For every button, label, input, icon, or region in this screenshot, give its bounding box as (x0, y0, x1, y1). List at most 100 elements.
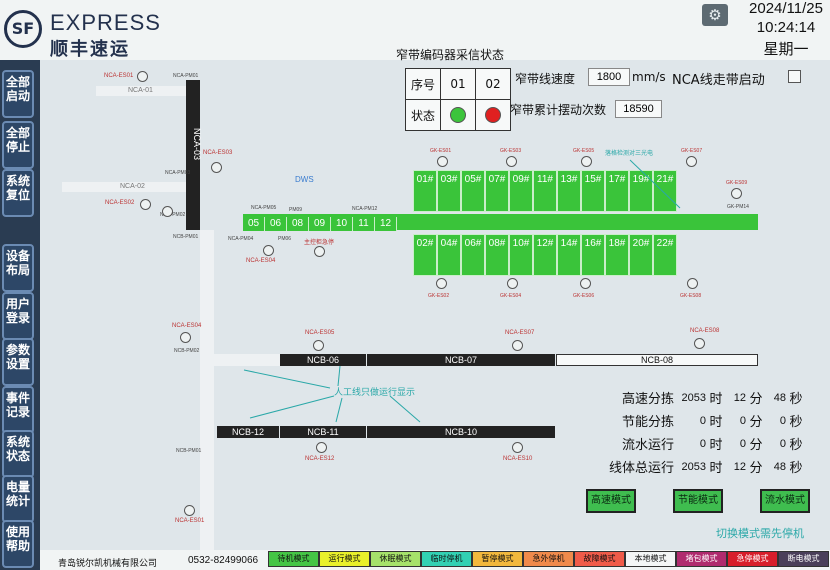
table-col-01: 01 (440, 68, 476, 100)
belt-speed-value[interactable]: 1800 (588, 68, 630, 86)
chute-cell[interactable]: 03# (437, 170, 461, 212)
sensor-gk-es05[interactable] (581, 156, 592, 167)
sensor-gk-es09[interactable] (731, 188, 742, 199)
sensor-nca-es01[interactable] (137, 71, 148, 82)
sensor-gk-es02[interactable] (436, 278, 447, 289)
sensor-nca-es10[interactable] (512, 442, 523, 453)
chute-cell[interactable]: 14# (557, 234, 581, 276)
stats-minutes: 0 (739, 414, 746, 427)
stats-minutes: 12 (733, 391, 746, 404)
label-pm09: PM09 (289, 207, 303, 213)
label-nca-es01: NCA-ES01 (104, 73, 134, 79)
label-nca-es05: NCA-ES05 (305, 330, 335, 336)
date-display: 2024/11/25 (749, 0, 823, 17)
stats-seconds: 48 (773, 460, 786, 473)
chute-cell[interactable]: 18# (605, 234, 629, 276)
energy-saving-mode-button[interactable]: 节能模式 (673, 489, 723, 513)
sensor-gk-es03[interactable] (506, 156, 517, 167)
label-nca-pm01: NCA-PM01 (173, 73, 199, 79)
chute-cell[interactable]: 01# (413, 170, 437, 212)
annotation-estop-cabinet: 主控柜急停 (304, 240, 335, 246)
sensor-nca-es04[interactable] (263, 245, 274, 256)
nca-belt-start-checkbox[interactable] (788, 70, 801, 83)
mode-legend-item: 堵包模式 (676, 551, 727, 567)
label-nca-es04b: NCA-ES04 (172, 323, 202, 329)
label-nca-es12: NCA-ES12 (305, 456, 335, 462)
chute-cell[interactable]: 09# (509, 170, 533, 212)
flow-mode-button[interactable]: 流水模式 (760, 489, 810, 513)
sensor-estop-cabinet[interactable] (314, 246, 325, 257)
label-nca-es03: NCA-ES03 (203, 150, 233, 156)
label-gk-pm14: GK-PM14 (727, 204, 749, 210)
label-gk-es04: GK-ES04 (500, 293, 522, 299)
runtime-stats: 高速分拣 2053 时 12 分 48 秒节能分拣 0 时 0 分 0 秒流水运行 0 时 0 分 0 秒线体总运行… (586, 386, 806, 478)
mode-legend: 待机模式 运行模式 休眠模式 临时停机 暂停模式 急外停机 故障模式 本地模式 堵包模式 急停模式… (268, 551, 829, 567)
stop-all-button[interactable]: 全部停止 (2, 121, 34, 169)
mode-legend-item: 故障模式 (574, 551, 625, 567)
stats-row: 高速分拣 2053 时 12 分 48 秒 (586, 386, 806, 409)
start-all-button[interactable]: 全部启动 (2, 70, 34, 118)
label-nca-es02: NCA-ES02 (105, 200, 135, 206)
system-status-button[interactable]: 系统状态 (2, 430, 34, 478)
mode-legend-item: 运行模式 (319, 551, 370, 567)
chute-cell[interactable]: 15# (581, 170, 605, 212)
chute-cell[interactable]: 20# (629, 234, 653, 276)
belt-segment: 10 (331, 217, 353, 231)
chute-cell[interactable]: 22# (653, 234, 677, 276)
sensor-nca-pm02[interactable] (162, 206, 173, 217)
sensor-nca-es05[interactable] (313, 340, 324, 351)
sensor-gk-es04[interactable] (507, 278, 518, 289)
stats-label: 节能分拣 (621, 415, 674, 430)
chute-cell[interactable]: 04# (437, 234, 461, 276)
chute-cell[interactable]: 05# (461, 170, 485, 212)
sensor-nca-es07[interactable] (512, 340, 523, 351)
sensor-nca-es04b[interactable] (180, 332, 191, 343)
stats-hours: 2053 (681, 391, 706, 404)
stats-row: 线体总运行 2053 时 12 分 48 秒 (586, 455, 806, 478)
mode-legend-item: 临时停机 (421, 551, 472, 567)
stats-row: 节能分拣 0 时 0 分 0 秒 (586, 409, 806, 432)
nca-03-label: NCA-03 (192, 128, 202, 161)
label-nca-pm05: NCA-PM05 (251, 205, 277, 211)
sensor-nca-es08[interactable] (694, 338, 705, 349)
chute-cell[interactable]: 11# (533, 170, 557, 212)
chute-cell[interactable]: 10# (509, 234, 533, 276)
chute-cell[interactable]: 06# (461, 234, 485, 276)
annotation-arrows (243, 365, 421, 423)
sensor-gk-es01[interactable] (437, 156, 448, 167)
stats-seconds: 48 (773, 391, 786, 404)
chute-cell[interactable]: 16# (581, 234, 605, 276)
sensor-nca-es01b[interactable] (184, 505, 195, 516)
stats-s: 秒 (789, 461, 803, 476)
swing-count-label: 窄带累计摆动次数 (510, 103, 607, 117)
chute-cell[interactable]: 02# (413, 234, 437, 276)
table-header-index: 序号 (405, 68, 441, 100)
chute-cell[interactable]: 08# (485, 234, 509, 276)
sensor-gk-es08[interactable] (687, 278, 698, 289)
swing-count-value[interactable]: 18590 (615, 100, 662, 118)
stats-hours: 0 (699, 437, 706, 450)
event-log-button[interactable]: 事件记录 (2, 386, 34, 434)
high-speed-mode-button[interactable]: 高速模式 (586, 489, 636, 513)
stats-hours: 0 (699, 414, 706, 427)
system-reset-button[interactable]: 系统复位 (2, 169, 34, 217)
nca-01-label: NCA-01 (128, 87, 153, 94)
gear-icon[interactable]: ⚙ (702, 4, 728, 26)
drop-sensor-arrow (629, 159, 681, 209)
sensor-nca-es12[interactable] (316, 442, 327, 453)
weekday-display: 星期一 (763, 40, 809, 58)
sf-logo: SF (4, 10, 42, 48)
chute-cell[interactable]: 12# (533, 234, 557, 276)
power-stats-button[interactable]: 电量统计 (2, 475, 34, 523)
device-layout-button[interactable]: 设备布局 (2, 244, 34, 292)
label-ncb-pm02: NCB-PM02 (174, 348, 200, 354)
sensor-nca-es03[interactable] (211, 162, 222, 173)
help-button[interactable]: 使用帮助 (2, 520, 34, 568)
parameter-settings-button[interactable]: 参数设置 (2, 338, 34, 386)
chute-cell[interactable]: 13# (557, 170, 581, 212)
chute-cell[interactable]: 07# (485, 170, 509, 212)
sensor-gk-es06[interactable] (580, 278, 591, 289)
label-gk-es03: GK-ES03 (500, 148, 522, 154)
user-login-button[interactable]: 用户登录 (2, 292, 34, 340)
sensor-nca-es02[interactable] (140, 199, 151, 210)
